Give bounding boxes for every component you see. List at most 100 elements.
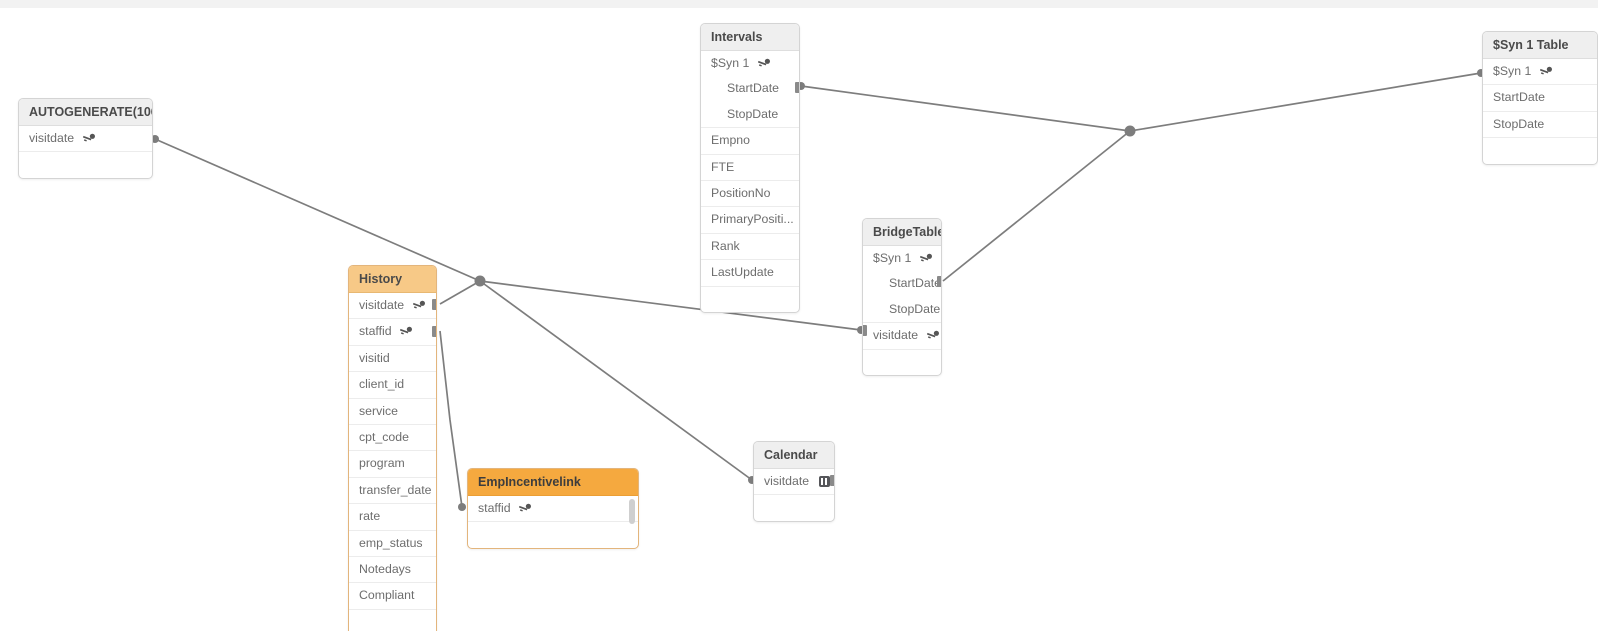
field-label: rate	[359, 509, 381, 524]
table-title-intervals: Intervals	[701, 24, 799, 51]
field-row-sub[interactable]: StopDate	[701, 102, 799, 127]
field-row[interactable]: StopDate	[1483, 112, 1597, 139]
field-row[interactable]: StartDate	[1483, 85, 1597, 112]
field-label: StopDate	[727, 106, 779, 121]
endpoint-empincentivelink-staffid	[458, 503, 466, 511]
field-label: program	[359, 456, 405, 471]
field-row[interactable]: FTE	[701, 155, 799, 181]
edge-history-empincentivelink	[439, 330, 463, 508]
table-footer-row	[1483, 138, 1597, 163]
edge-autogenerate-junction	[154, 138, 481, 282]
field-row[interactable]: visitdate	[754, 469, 834, 496]
field-row[interactable]: client_id	[349, 372, 436, 399]
field-label: FTE	[711, 159, 735, 174]
table-footer-row	[701, 287, 799, 312]
field-row[interactable]: rate	[349, 504, 436, 531]
key-icon	[399, 320, 413, 344]
table-intervals[interactable]: Intervals $Syn 1 StartDate StopDate Empn…	[700, 23, 800, 313]
table-empincentivelink[interactable]: EmpIncentivelink staffid	[467, 468, 639, 549]
field-row[interactable]: $Syn 1	[1483, 59, 1597, 86]
table-autogenerate[interactable]: AUTOGENERATE(1066) visitdate	[18, 98, 153, 179]
connector-tab-calendar-visitdate	[830, 475, 834, 486]
table-title-autogenerate: AUTOGENERATE(1066)	[19, 99, 152, 126]
data-model-canvas[interactable]: AUTOGENERATE(1066) visitdate Intervals $…	[0, 0, 1598, 631]
table-history[interactable]: History visitdate staffid visitid client…	[348, 265, 437, 631]
field-row-sub[interactable]: StartDate	[701, 76, 799, 101]
key-icon	[412, 294, 426, 318]
key-icon	[757, 52, 771, 76]
field-row[interactable]: LastUpdate	[701, 260, 799, 287]
table-bridgetable[interactable]: BridgeTable $Syn 1 StartDate StopDate vi…	[862, 218, 942, 376]
field-label: LastUpdate	[711, 265, 774, 280]
field-row[interactable]: Rank	[701, 234, 799, 261]
junction-dot-left	[474, 275, 486, 287]
field-row[interactable]: Notedays	[349, 557, 436, 584]
field-label: Notedays	[359, 561, 411, 576]
junction-dot-right	[1124, 125, 1136, 137]
edge-junction-bridgetable-syn	[942, 130, 1131, 282]
field-label: emp_status	[359, 535, 423, 550]
field-label: PositionNo	[711, 185, 771, 200]
field-row-sub[interactable]: StartDate	[863, 271, 941, 296]
table-footer-row	[468, 522, 638, 547]
connector-tab-bridgetable-syn1	[937, 276, 941, 287]
field-label: StartDate	[727, 81, 779, 96]
field-row[interactable]: PositionNo	[701, 181, 799, 208]
field-row[interactable]: staffid	[349, 319, 436, 346]
field-label: StartDate	[889, 276, 941, 291]
field-label: StartDate	[1493, 90, 1545, 105]
key-icon	[1539, 60, 1553, 84]
field-label: visitid	[359, 350, 390, 365]
key-icon	[919, 247, 933, 271]
table-footer-row	[19, 152, 152, 177]
field-label: visitdate	[359, 298, 405, 312]
field-label: StopDate	[889, 301, 941, 316]
field-label: $Syn 1	[711, 56, 750, 70]
connector-tab-bridgetable-visitdate	[863, 325, 867, 336]
field-label: Rank	[711, 238, 740, 253]
field-row[interactable]: staffid	[468, 496, 638, 523]
connector-tab-history-visitdate	[432, 299, 436, 310]
field-row[interactable]: visitid	[349, 346, 436, 373]
key-icon	[82, 127, 96, 151]
table-calendar[interactable]: Calendar visitdate	[753, 441, 835, 522]
field-row[interactable]: visitdate	[19, 126, 152, 153]
field-row[interactable]: PrimaryPositi...	[701, 207, 799, 234]
field-row[interactable]: program	[349, 451, 436, 478]
field-label: StopDate	[1493, 116, 1545, 131]
field-label: cpt_code	[359, 429, 409, 444]
edge-junction-bridgetable	[479, 280, 862, 331]
field-row[interactable]: Compliant	[349, 583, 436, 610]
field-label: Compliant	[359, 588, 415, 603]
field-label: $Syn 1	[1493, 64, 1532, 78]
field-label: staffid	[478, 501, 511, 515]
field-row[interactable]: transfer_date	[349, 478, 436, 505]
field-label: transfer_date	[359, 482, 432, 497]
field-label: visitdate	[29, 131, 75, 145]
field-row[interactable]: $Syn 1	[701, 51, 799, 76]
table-syn1table[interactable]: $Syn 1 Table $Syn 1 StartDate StopDate	[1482, 31, 1598, 165]
table-title-syn1table: $Syn 1 Table	[1483, 32, 1597, 59]
field-label: PrimaryPositi...	[711, 212, 794, 227]
field-row[interactable]: $Syn 1	[863, 246, 941, 271]
connector-tab-history-staffid	[432, 326, 436, 337]
edge-intervals-junction	[800, 85, 1131, 132]
field-row[interactable]: Empno	[701, 127, 799, 155]
field-label: visitdate	[873, 328, 919, 343]
field-row[interactable]: emp_status	[349, 531, 436, 557]
field-row[interactable]: service	[349, 399, 436, 425]
field-row[interactable]: cpt_code	[349, 425, 436, 452]
field-label: visitdate	[764, 474, 810, 488]
vertical-scrollbar-thumb[interactable]	[629, 499, 635, 524]
key-icon	[926, 324, 940, 348]
table-footer-row	[349, 610, 436, 631]
field-row-sub[interactable]: StopDate	[863, 297, 941, 322]
table-title-bridgetable: BridgeTable	[863, 219, 941, 246]
table-title-history: History	[349, 266, 436, 293]
table-title-calendar: Calendar	[754, 442, 834, 469]
field-label: Empno	[711, 133, 750, 148]
field-row[interactable]: visitdate	[349, 293, 436, 320]
edge-junction-syn1table	[1129, 72, 1482, 132]
table-footer-row	[863, 350, 941, 375]
field-row[interactable]: visitdate	[863, 322, 941, 350]
